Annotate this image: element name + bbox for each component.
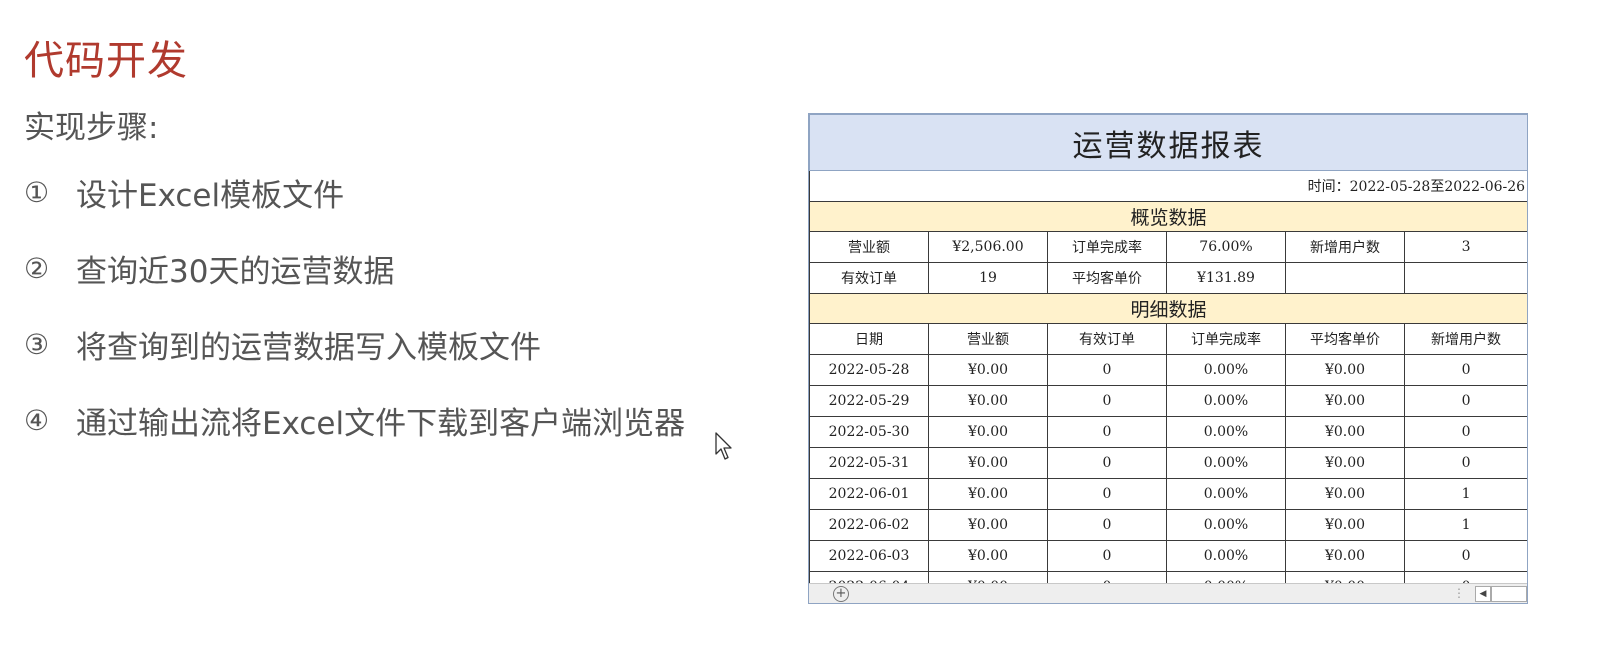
table-cell[interactable]: 2022-05-30 (809, 416, 929, 448)
report-title: 运营数据报表 (809, 114, 1527, 171)
table-cell[interactable]: 0 (1047, 416, 1167, 448)
table-cell[interactable]: ¥0.00 (928, 354, 1048, 386)
table-cell[interactable]: ¥0.00 (928, 478, 1048, 510)
table-cell[interactable]: 0 (1047, 540, 1167, 572)
table-cell[interactable]: ¥2,506.00 (928, 231, 1048, 263)
table-cell[interactable]: 2022-06-02 (809, 509, 929, 541)
table-cell[interactable]: 0.00% (1166, 540, 1286, 572)
table-cell[interactable]: 1 (1403, 478, 1527, 510)
table-cell[interactable]: 2022-06-01 (809, 478, 929, 510)
table-cell[interactable]: 76.00% (1166, 231, 1286, 263)
table-cell[interactable]: ¥0.00 (928, 416, 1048, 448)
table-cell[interactable]: 0 (1047, 385, 1167, 417)
table-cell[interactable]: 订单完成率 (1047, 231, 1167, 263)
table-cell[interactable]: 日期 (809, 323, 929, 355)
table-cell[interactable]: 0 (1047, 509, 1167, 541)
table-cell[interactable]: 3 (1403, 231, 1527, 263)
table-cell[interactable]: 0.00% (1166, 447, 1286, 479)
table-cell[interactable]: ¥0.00 (1285, 354, 1405, 386)
table-cell[interactable]: 新增用户数 (1403, 323, 1527, 355)
step-item: ② 查询近30天的运营数据 (24, 248, 685, 290)
add-sheet-icon[interactable]: + (833, 586, 849, 602)
table-cell[interactable]: 0.00% (1166, 416, 1286, 448)
table-cell[interactable]: 0 (1403, 416, 1527, 448)
sheet-tab-bar: + ⋮ ◀ (809, 583, 1527, 603)
table-cell[interactable]: 营业额 (928, 323, 1048, 355)
table-cell[interactable]: 0 (1403, 354, 1527, 386)
table-cell[interactable]: 订单完成率 (1166, 323, 1286, 355)
step-text: 将查询到的运营数据写入模板文件 (76, 329, 541, 366)
table-cell[interactable]: 平均客单价 (1047, 262, 1167, 294)
step-number: ④ (24, 403, 50, 437)
step-number: ① (24, 175, 50, 209)
table-cell[interactable]: ¥0.00 (1285, 447, 1405, 479)
step-text: 通过输出流将Excel文件下载到客户端浏览器 (76, 405, 686, 442)
horizontal-scrollbar[interactable] (1491, 586, 1527, 602)
step-item: ③ 将查询到的运营数据写入模板文件 (24, 324, 685, 366)
mouse-cursor-icon (715, 432, 732, 460)
table-cell[interactable]: ¥0.00 (928, 447, 1048, 479)
table-cell[interactable]: 0 (1403, 540, 1527, 572)
step-item: ① 设计Excel模板文件 (24, 172, 685, 214)
report-time-range: 时间：2022-05-28至2022-06-26 (809, 170, 1527, 202)
table-row: 2022-06-02 ¥0.00 0 0.00% ¥0.00 1 (809, 509, 1527, 541)
detail-heading: 明细数据 (809, 293, 1527, 324)
table-row: 2022-05-30 ¥0.00 0 0.00% ¥0.00 0 (809, 416, 1527, 448)
table-cell[interactable]: ¥0.00 (1285, 509, 1405, 541)
slide-title: 代码开发 (24, 38, 188, 84)
excel-report-sheet[interactable]: 运营数据报表 时间：2022-05-28至2022-06-26 概览数据 营业额… (808, 113, 1528, 604)
table-cell[interactable]: ¥0.00 (928, 385, 1048, 417)
table-cell[interactable]: ¥131.89 (1166, 262, 1286, 294)
table-cell[interactable]: 0 (1047, 447, 1167, 479)
table-cell[interactable]: 平均客单价 (1285, 323, 1405, 355)
step-number: ③ (24, 327, 50, 361)
table-cell[interactable]: 0 (1047, 478, 1167, 510)
more-options-icon[interactable]: ⋮ (1453, 586, 1465, 600)
detail-header-row: 日期 营业额 有效订单 订单完成率 平均客单价 新增用户数 (809, 323, 1527, 355)
table-cell[interactable]: 0 (1403, 447, 1527, 479)
table-cell[interactable]: ¥0.00 (928, 509, 1048, 541)
scroll-left-icon[interactable]: ◀ (1475, 586, 1491, 602)
table-cell[interactable]: ¥0.00 (1285, 540, 1405, 572)
table-cell[interactable]: 0.00% (1166, 354, 1286, 386)
steps-subtitle: 实现步骤: (24, 110, 159, 146)
step-text: 查询近30天的运营数据 (76, 253, 395, 290)
table-cell[interactable]: 2022-05-29 (809, 385, 929, 417)
table-cell[interactable]: 1 (1403, 509, 1527, 541)
table-cell[interactable]: 0.00% (1166, 385, 1286, 417)
table-cell[interactable]: 19 (928, 262, 1048, 294)
table-cell[interactable]: 2022-05-28 (809, 354, 929, 386)
table-cell[interactable] (1285, 262, 1405, 294)
table-cell[interactable] (1403, 262, 1527, 294)
table-cell[interactable]: ¥0.00 (1285, 385, 1405, 417)
table-cell[interactable]: 0 (1047, 354, 1167, 386)
steps-list: ① 设计Excel模板文件 ② 查询近30天的运营数据 ③ 将查询到的运营数据写… (24, 172, 685, 476)
table-row: 2022-05-28 ¥0.00 0 0.00% ¥0.00 0 (809, 354, 1527, 386)
table-row: 2022-06-01 ¥0.00 0 0.00% ¥0.00 1 (809, 478, 1527, 510)
step-text: 设计Excel模板文件 (76, 177, 345, 214)
overview-row: 营业额 ¥2,506.00 订单完成率 76.00% 新增用户数 3 (809, 231, 1527, 263)
table-cell[interactable]: 0 (1403, 385, 1527, 417)
table-row: 2022-05-31 ¥0.00 0 0.00% ¥0.00 0 (809, 447, 1527, 479)
table-cell[interactable]: 有效订单 (809, 262, 929, 294)
table-row: 2022-05-29 ¥0.00 0 0.00% ¥0.00 0 (809, 385, 1527, 417)
step-item: ④ 通过输出流将Excel文件下载到客户端浏览器 (24, 400, 686, 442)
table-cell[interactable]: 2022-06-03 (809, 540, 929, 572)
overview-row: 有效订单 19 平均客单价 ¥131.89 (809, 262, 1527, 294)
table-cell[interactable]: 有效订单 (1047, 323, 1167, 355)
table-row: 2022-06-03 ¥0.00 0 0.00% ¥0.00 0 (809, 540, 1527, 572)
table-cell[interactable]: ¥0.00 (1285, 416, 1405, 448)
table-cell[interactable]: ¥0.00 (1285, 478, 1405, 510)
table-cell[interactable]: 0.00% (1166, 478, 1286, 510)
table-cell[interactable]: 2022-05-31 (809, 447, 929, 479)
table-cell[interactable]: ¥0.00 (928, 540, 1048, 572)
table-cell[interactable]: 营业额 (809, 231, 929, 263)
overview-heading: 概览数据 (809, 201, 1527, 232)
table-cell[interactable]: 0.00% (1166, 509, 1286, 541)
table-cell[interactable]: 新增用户数 (1285, 231, 1405, 263)
step-number: ② (24, 251, 50, 285)
report-grid: 运营数据报表 时间：2022-05-28至2022-06-26 概览数据 营业额… (809, 114, 1527, 603)
